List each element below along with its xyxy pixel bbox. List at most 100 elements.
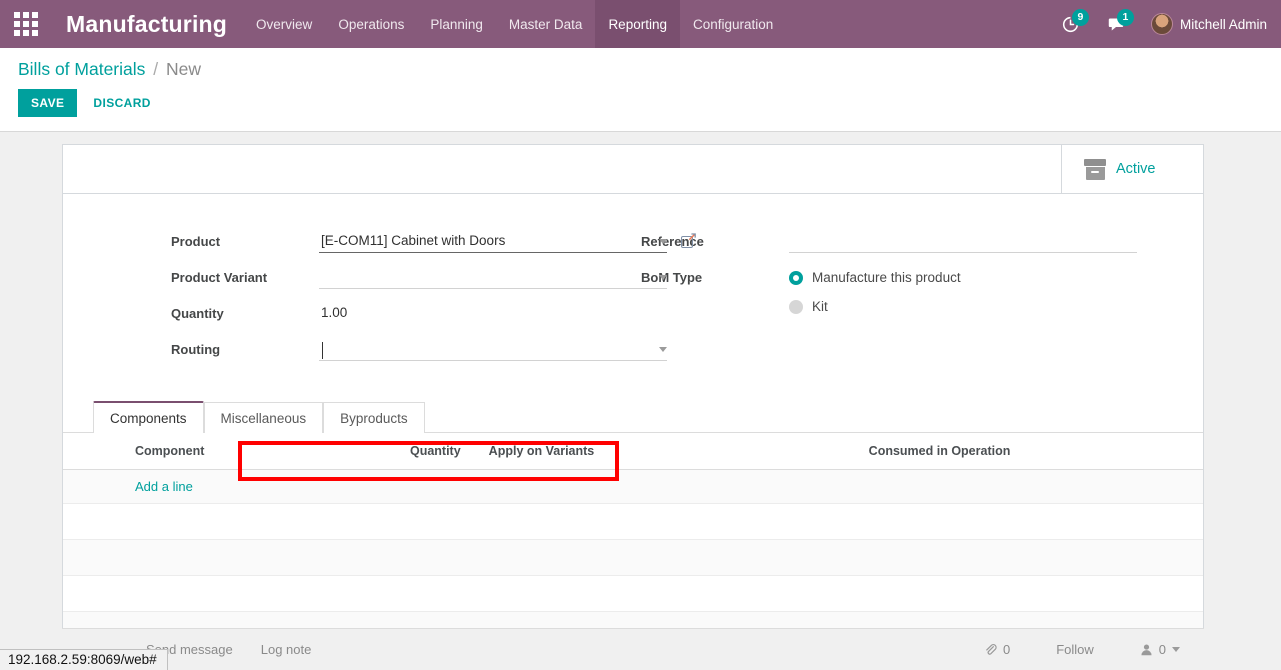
add-line-cell: Add a line [63,469,1203,504]
user-icon [1141,644,1152,656]
user-name-label: Mitchell Admin [1179,16,1267,32]
navbar-right-tools: 9 1 Mitchell Admin [1048,0,1281,48]
top-navbar: Manufacturing Overview Operations Planni… [0,0,1281,48]
form-body: Product [E-COM11] Cabinet with Doors Pro… [63,194,1203,374]
menu-item-operations[interactable]: Operations [325,0,417,48]
control-panel: Bills of Materials / New SAVE DISCARD [0,48,1281,132]
menu-item-configuration[interactable]: Configuration [680,0,786,48]
field-row-reference: Reference [641,230,1203,258]
add-line-row: Add a line [63,469,1203,504]
radio-kit-label[interactable]: Kit [812,299,828,314]
add-a-line-link[interactable]: Add a line [71,479,193,494]
apps-menu-button[interactable] [0,0,52,48]
menu-item-reporting[interactable]: Reporting [595,0,680,48]
breadcrumb-current: New [166,59,202,79]
followers-dropdown-caret-icon[interactable] [1172,647,1180,652]
stat-button-box: Active [63,145,1203,194]
discard-button[interactable]: DISCARD [83,89,160,117]
followers-count: 0 [1158,642,1166,657]
activity-count-badge: 9 [1071,9,1089,26]
product-variant-dropdown-caret-icon[interactable] [659,275,667,280]
chatter-footer: Send message Log note 0 Follow 0 [0,628,1281,670]
chatter-meta: 0 Follow 0 [984,642,1204,657]
components-table-body: Add a line [63,469,1203,648]
menu-item-overview[interactable]: Overview [243,0,325,48]
activity-menu-button[interactable]: 9 [1048,0,1093,48]
table-header-row: Component Quantity Apply on Variants Con… [63,433,1203,470]
field-wrapper-quantity: 1.00 [319,302,633,324]
product-input[interactable] [319,230,667,253]
column-header-component[interactable]: Component [63,433,319,470]
field-wrapper-product-variant [319,266,667,289]
tab-components[interactable]: Components [93,401,204,433]
bom-type-option-manufacture[interactable]: Manufacture this product [789,270,1203,285]
field-row-routing: Routing [171,338,667,366]
components-table-head: Component Quantity Apply on Variants Con… [63,433,1203,470]
label-product: Product [171,234,221,249]
field-wrapper-bom-type: Manufacture this product Kit [789,266,1203,328]
breadcrumb-separator: / [153,59,159,79]
product-variant-input[interactable] [319,266,667,289]
reference-input[interactable] [789,230,1137,253]
radio-manufacture-label[interactable]: Manufacture this product [812,270,961,285]
messages-menu-button[interactable]: 1 [1093,0,1139,48]
follow-button[interactable]: Follow [1056,642,1094,657]
column-header-consumed-in-operation[interactable]: Consumed in Operation [758,433,1203,470]
radio-manufacture-icon[interactable] [789,270,803,285]
messages-count-badge: 1 [1116,9,1134,26]
quantity-value[interactable]: 1.00 [319,302,633,324]
notebook-tabs: Components Miscellaneous Byproducts [63,400,1203,433]
control-panel-buttons: SAVE DISCARD [18,89,1281,117]
browser-status-url: 192.168.2.59:8069/web# [0,649,168,670]
breadcrumb: Bills of Materials / New [18,59,1281,80]
tab-byproducts[interactable]: Byproducts [323,402,425,433]
radio-kit-icon[interactable] [789,299,803,314]
form-column-left: Product [E-COM11] Cabinet with Doors Pro… [63,230,696,374]
content-area: Active Product [E-COM11] Cabinet with Do… [0,132,1281,670]
tab-miscellaneous[interactable]: Miscellaneous [203,402,324,433]
field-wrapper-routing [319,338,667,361]
product-dropdown-caret-icon[interactable] [659,239,667,244]
apps-grid-icon [14,12,38,36]
save-button[interactable]: SAVE [18,89,78,117]
notebook: Components Miscellaneous Byproducts Comp… [63,400,1203,648]
form-sheet: Active Product [E-COM11] Cabinet with Do… [62,144,1204,649]
stat-button-active[interactable]: Active [1061,145,1203,193]
field-row-product-variant: Product Variant [171,266,667,294]
label-product-variant: Product Variant [171,270,268,285]
empty-row [63,575,1203,612]
attachment-count: 0 [1002,642,1011,657]
archive-box-icon [1084,158,1106,180]
bom-type-option-kit[interactable]: Kit [789,299,1203,314]
routing-input[interactable] [319,338,667,361]
routing-text-cursor [322,342,323,359]
field-wrapper-product [319,230,696,253]
column-header-quantity[interactable]: Quantity [318,433,469,470]
label-routing: Routing [171,342,221,357]
user-menu-button[interactable]: Mitchell Admin [1139,13,1267,35]
app-brand-title[interactable]: Manufacturing [52,11,243,38]
log-note-button[interactable]: Log note [261,642,312,657]
avatar [1150,13,1173,35]
routing-dropdown-caret-icon[interactable] [659,347,667,352]
sheet-wrapper: Active Product [E-COM11] Cabinet with Do… [0,144,1281,649]
main-menu: Overview Operations Planning Master Data… [243,0,786,48]
attachments-button[interactable]: 0 [984,642,1010,657]
column-header-apply-on-variants[interactable]: Apply on Variants [468,433,759,470]
product-external-link-icon[interactable] [681,233,696,248]
chatter-bar: Send message Log note 0 Follow 0 [62,628,1204,670]
field-wrapper-reference [789,230,1203,253]
menu-item-planning[interactable]: Planning [417,0,496,48]
stat-button-label: Active [1116,161,1156,177]
form-column-right: Reference BoM Type Manufacture this prod… [633,230,1203,374]
label-quantity: Quantity [171,306,224,321]
empty-row [63,503,1203,540]
field-row-quantity: Quantity 1.00 [171,302,633,330]
field-row-bom-type: BoM Type Manufacture this product Kit [641,266,1203,328]
paperclip-icon [986,643,997,655]
breadcrumb-bills-of-materials[interactable]: Bills of Materials [18,59,145,79]
field-row-product: Product [171,230,696,258]
empty-row [63,539,1203,576]
followers-button[interactable]: 0 [1140,642,1180,657]
menu-item-master-data[interactable]: Master Data [496,0,596,48]
